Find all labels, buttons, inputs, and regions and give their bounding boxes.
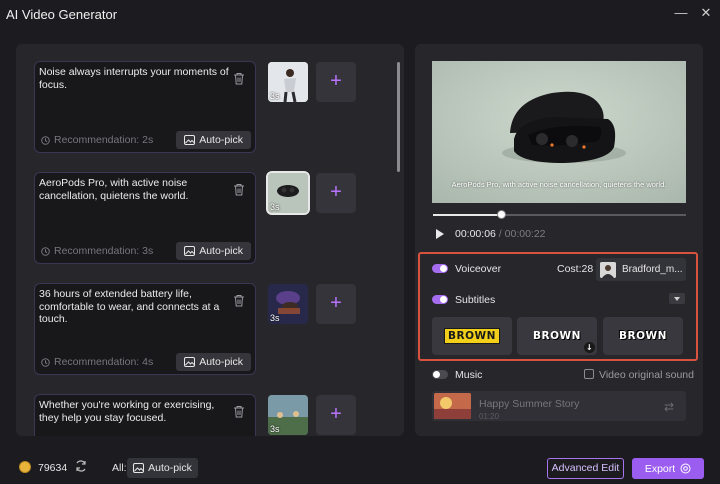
subtitle-style-1[interactable]: BROWN [432,317,512,355]
window-title: AI Video Generator [6,6,118,22]
subtitle-caption: AeroPods Pro, with active noise cancella… [451,180,667,189]
recommendation: Recommendation: 2s [41,134,153,146]
close-icon[interactable]: ✕ [697,4,715,22]
subtitle-style-2[interactable]: BROWN ↓ [517,317,597,355]
all-autopick-button[interactable]: Auto-pick [127,458,198,478]
refresh-icon[interactable] [74,459,88,473]
video-preview[interactable]: AeroPods Pro, with active noise cancella… [432,61,686,203]
image-pick-icon [184,135,196,145]
segments-scrollbar[interactable] [397,62,400,172]
subtitle-dropdown-icon[interactable] [669,293,685,304]
music-track[interactable]: Happy Summer Story 01:20 ⇄ [432,391,686,421]
clip-duration: 3s [270,91,280,101]
recommendation: Recommendation: 3s [41,245,153,257]
subtitles-label: Subtitles [455,294,496,306]
all-label: All: [112,462,127,474]
minimize-icon[interactable]: — [672,4,690,22]
export-settings-icon [680,463,691,474]
song-duration: 01:20 [479,412,500,421]
script-segment-3[interactable]: 36 hours of extended battery life, comfo… [34,283,256,375]
image-pick-icon [184,246,196,256]
trash-icon[interactable] [233,183,245,196]
segment-text[interactable]: 36 hours of extended battery life, comfo… [39,288,231,326]
swap-icon[interactable]: ⇄ [664,400,674,414]
music-cover [434,393,471,419]
album-art-image [434,393,471,419]
subtitles-toggle[interactable] [432,295,448,304]
advanced-edit-button[interactable]: Advanced Edit [547,458,624,479]
music-toggle[interactable] [432,370,448,379]
script-segment-1[interactable]: Noise always interrupts your moments of … [34,61,256,153]
clip-thumbnail-2[interactable]: 3s [266,171,310,215]
style-sample: BROWN [444,328,500,344]
clip-duration: 3s [270,424,280,434]
segment-text[interactable]: AeroPods Pro, with active noise cancella… [39,177,231,202]
recommendation-text: Recommendation: 2s [54,134,154,146]
autopick-button[interactable]: Auto-pick [176,242,251,260]
current-time: 00:00:06 [455,228,496,240]
voiceover-cost: Cost:28 [557,263,594,275]
style-sample: BROWN [533,330,581,342]
autopick-button[interactable]: Auto-pick [176,131,251,149]
script-segment-4[interactable]: Whether you're working or exercising, th… [34,394,256,436]
style-sample: BROWN [619,330,667,342]
autopick-button[interactable]: Auto-pick [176,353,251,371]
subtitle-style-3[interactable]: BROWN [603,317,683,355]
image-pick-icon [133,463,145,473]
script-segment-2[interactable]: AeroPods Pro, with active noise cancella… [34,172,256,264]
autopick-label: Auto-pick [199,134,243,146]
segment-text[interactable]: Whether you're working or exercising, th… [39,399,231,424]
recommendation: Recommendation: 4s [41,356,153,368]
add-clip-button[interactable]: + [316,284,356,324]
trash-icon[interactable] [233,405,245,418]
all-autopick-label: Auto-pick [148,462,192,474]
clip-duration: 3s [270,202,280,212]
app-window: AI Video Generator — ✕ Noise always inte… [0,0,720,484]
add-clip-button[interactable]: + [316,62,356,102]
coin-icon [19,461,31,473]
clip-thumbnail-3[interactable]: 3s [268,284,308,324]
voice-avatar [600,261,616,278]
voiceover-toggle[interactable] [432,264,448,273]
download-icon: ↓ [584,342,595,353]
clip-thumbnail-4[interactable]: 3s [268,395,308,435]
video-original-sound-label: Video original sound [599,369,694,381]
recommendation-text: Recommendation: 3s [54,245,154,257]
song-title: Happy Summer Story [479,398,580,410]
recommendation-text: Recommendation: 4s [54,356,154,368]
progress-fill [433,214,501,216]
credits-count: 79634 [38,462,68,474]
clock-icon [41,246,50,256]
clip-thumbnail-1[interactable]: 3s [268,62,308,102]
title-bar: AI Video Generator — ✕ [0,0,720,28]
video-original-sound-checkbox[interactable] [584,369,594,379]
music-label: Music [455,369,483,381]
autopick-label: Auto-pick [199,245,243,257]
export-button[interactable]: Export [632,458,704,479]
segment-text[interactable]: Noise always interrupts your moments of … [39,66,231,91]
trash-icon[interactable] [233,72,245,85]
voice-name: Bradford_m... [622,264,683,275]
voiceover-label: Voiceover [455,263,502,275]
play-icon[interactable] [436,229,444,239]
autopick-label: Auto-pick [199,356,243,368]
time-display: 00:00:06 / 00:00:22 [455,228,546,240]
add-clip-button[interactable]: + [316,173,356,213]
total-time: 00:00:22 [504,228,546,240]
trash-icon[interactable] [233,294,245,307]
add-clip-button[interactable]: + [316,395,356,435]
person-avatar-image [600,261,616,278]
clock-icon [41,135,50,145]
time-separator: / [498,228,502,240]
clip-duration: 3s [270,313,280,323]
export-label: Export [644,462,676,475]
voice-selector[interactable]: Bradford_m... [596,258,686,281]
clock-icon [41,357,50,367]
image-pick-icon [184,357,196,367]
progress-knob[interactable] [497,210,506,219]
